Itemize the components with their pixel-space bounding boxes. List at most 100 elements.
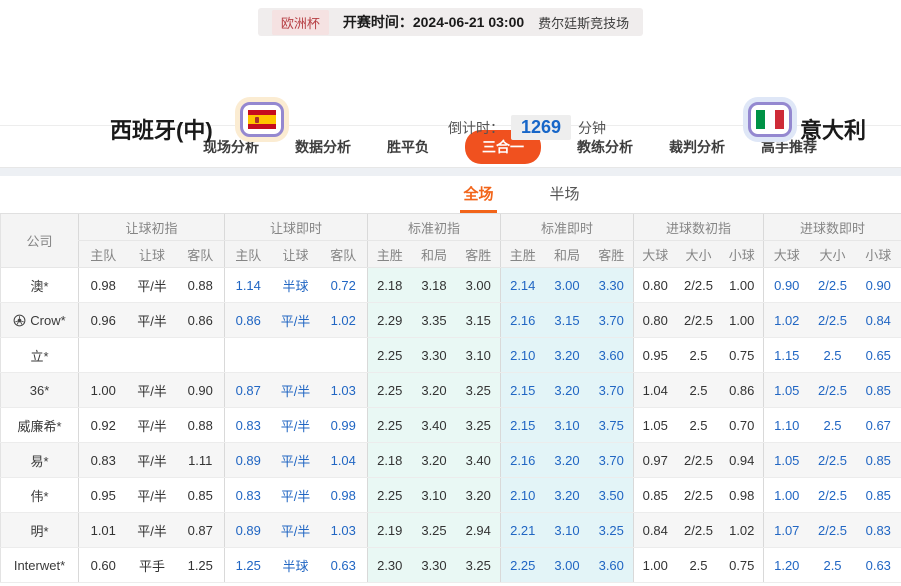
odds-cell: 0.97 <box>634 443 677 478</box>
odds-cell: 平/半 <box>128 268 177 303</box>
company-cell: 威廉希* <box>1 408 79 443</box>
column-subheader: 客胜 <box>590 241 634 268</box>
odds-cell: 平/半 <box>128 408 177 443</box>
odds-cell: 0.85 <box>856 373 901 408</box>
header-row-subcols: 主队让球客队主队让球客队主胜和局客胜主胜和局客胜大球大小小球大球大小小球 <box>1 241 901 268</box>
period-subtabs: 全场 半场 <box>71 176 901 213</box>
odds-cell: 0.87 <box>225 373 272 408</box>
odds-cell: 3.30 <box>590 268 634 303</box>
odds-cell: 0.65 <box>856 338 901 373</box>
odds-cell: 3.50 <box>590 478 634 513</box>
odds-cell: 0.70 <box>721 408 764 443</box>
odds-cell: 1.02 <box>320 303 368 338</box>
odds-cell: 2.21 <box>501 513 545 548</box>
soccer-ball-icon <box>13 314 26 327</box>
nav-tab-3[interactable]: 胜平负 <box>387 137 429 157</box>
odds-cell: 1.05 <box>634 408 677 443</box>
odds-cell: 0.84 <box>856 303 901 338</box>
odds-cell <box>79 338 128 373</box>
odds-cell: 0.88 <box>177 408 225 443</box>
odds-cell <box>320 338 368 373</box>
odds-cell: 3.25 <box>412 513 457 548</box>
column-subheader: 和局 <box>412 241 457 268</box>
odds-cell: 0.87 <box>177 513 225 548</box>
odds-cell: 0.95 <box>634 338 677 373</box>
header-row-groups: 公司让球初指让球即时标准初指标准即时进球数初指进球数即时 <box>1 214 901 241</box>
odds-cell: 2/2.5 <box>810 303 856 338</box>
away-team-logo[interactable] <box>748 102 792 137</box>
column-subheader: 主队 <box>79 241 128 268</box>
subtab-2[interactable]: 半场 <box>547 176 583 213</box>
company-cell: 澳* <box>1 268 79 303</box>
company-cell: 伟* <box>1 478 79 513</box>
odds-cell: 0.89 <box>225 513 272 548</box>
odds-cell: 2/2.5 <box>810 513 856 548</box>
odds-cell: 0.83 <box>225 478 272 513</box>
nav-tab-6[interactable]: 裁判分析 <box>669 137 725 157</box>
odds-cell: 2.18 <box>368 268 412 303</box>
column-subheader: 大球 <box>764 241 810 268</box>
table-row: 36*1.00平/半0.900.87平/半1.032.253.203.252.1… <box>1 373 901 408</box>
company-cell: Crow* <box>1 303 79 338</box>
odds-cell: 1.02 <box>721 513 764 548</box>
odds-cell: 3.18 <box>412 268 457 303</box>
odds-cell: 0.75 <box>721 338 764 373</box>
home-team-logo[interactable] <box>240 102 284 137</box>
odds-cell: 0.67 <box>856 408 901 443</box>
odds-cell: 0.60 <box>79 548 128 583</box>
odds-cell: 平/半 <box>272 303 320 338</box>
odds-cell: 0.85 <box>856 443 901 478</box>
odds-cell: 2.16 <box>501 303 545 338</box>
odds-cell: 3.10 <box>457 338 501 373</box>
odds-cell: 2.25 <box>368 408 412 443</box>
odds-cell: 平手 <box>128 548 177 583</box>
odds-cell: 平/半 <box>128 443 177 478</box>
odds-cell: 2.10 <box>501 478 545 513</box>
odds-cell: 1.04 <box>320 443 368 478</box>
odds-cell: 2/2.5 <box>677 478 721 513</box>
league-badge: 欧洲杯 <box>272 10 329 35</box>
nav-tab-2[interactable]: 数据分析 <box>295 137 351 157</box>
table-row: 明*1.01平/半0.870.89平/半1.032.193.252.942.21… <box>1 513 901 548</box>
kickoff-time: 开赛时间：2024-06-21 03:00 <box>343 12 524 32</box>
odds-cell: 1.05 <box>764 373 810 408</box>
odds-cell: 平/半 <box>272 373 320 408</box>
match-info-pill: 欧洲杯 开赛时间：2024-06-21 03:00 费尔廷斯竞技场 <box>258 8 643 36</box>
odds-cell: 0.85 <box>856 478 901 513</box>
odds-cell: 3.20 <box>545 338 590 373</box>
odds-cell: 1.04 <box>634 373 677 408</box>
odds-cell: 2.25 <box>368 338 412 373</box>
odds-cell: 0.95 <box>79 478 128 513</box>
odds-cell: 1.00 <box>721 303 764 338</box>
odds-cell: 2.16 <box>501 443 545 478</box>
odds-cell: 2/2.5 <box>810 373 856 408</box>
odds-cell: 半球 <box>272 548 320 583</box>
odds-cell: 0.96 <box>79 303 128 338</box>
odds-cell: 3.20 <box>412 373 457 408</box>
odds-cell: 平/半 <box>128 478 177 513</box>
odds-cell: 0.86 <box>177 303 225 338</box>
odds-cell: 0.63 <box>320 548 368 583</box>
column-group-header-6: 进球数即时 <box>764 214 901 241</box>
odds-cell <box>177 338 225 373</box>
odds-cell: 3.25 <box>457 408 501 443</box>
italy-flag-icon <box>756 110 784 129</box>
odds-cell: 3.35 <box>412 303 457 338</box>
odds-cell: 0.83 <box>856 513 901 548</box>
odds-cell: 0.63 <box>856 548 901 583</box>
odds-cell: 2.15 <box>501 373 545 408</box>
odds-cell: 3.15 <box>545 303 590 338</box>
odds-cell: 0.99 <box>320 408 368 443</box>
odds-cell: 0.83 <box>225 408 272 443</box>
odds-cell: 3.20 <box>545 373 590 408</box>
odds-cell: 3.00 <box>457 268 501 303</box>
odds-cell: 0.88 <box>177 268 225 303</box>
subtab-1[interactable]: 全场 <box>460 176 496 213</box>
company-cell: 明* <box>1 513 79 548</box>
column-subheader: 小球 <box>856 241 901 268</box>
odds-cell: 平/半 <box>128 373 177 408</box>
odds-cell: 0.83 <box>79 443 128 478</box>
odds-cell: 3.00 <box>545 548 590 583</box>
company-cell: 易* <box>1 443 79 478</box>
table-row: 伟*0.95平/半0.850.83平/半0.982.253.103.202.10… <box>1 478 901 513</box>
